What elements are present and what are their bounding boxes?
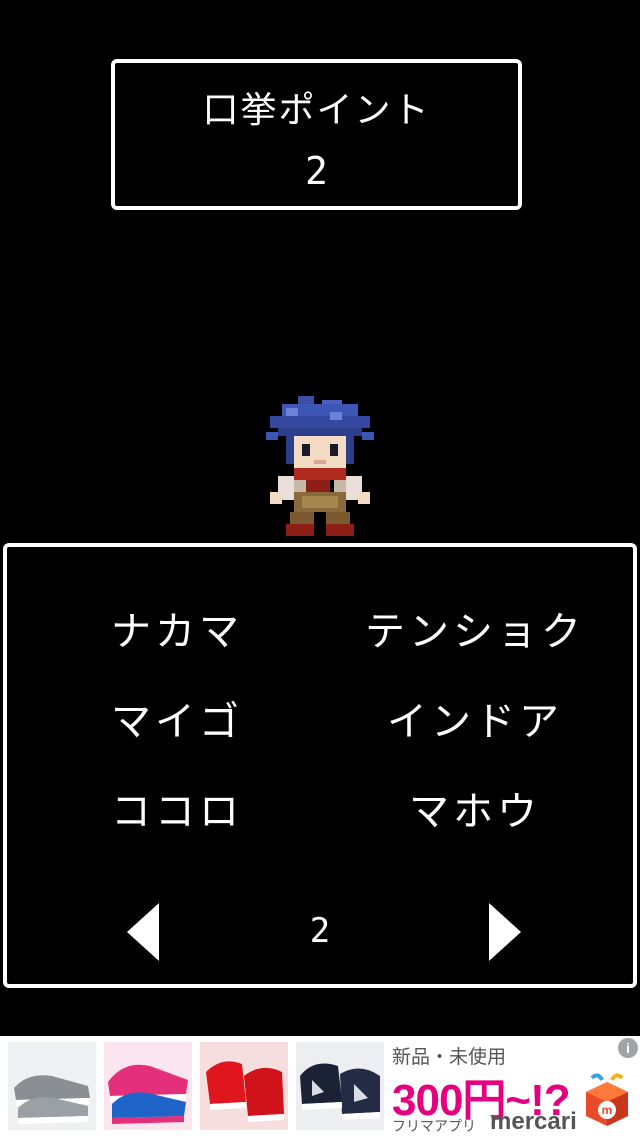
ad-brand-name[interactable]: mercari	[490, 1108, 577, 1136]
menu-item-kokoro[interactable]: ココロ	[47, 779, 307, 837]
points-title: 口挙ポイント	[202, 90, 431, 131]
ad-text-flea-market-app[interactable]: フリマアプリ	[392, 1116, 476, 1136]
ad-banner[interactable]: 新品・未使用 300円~!? フリマアプリ mercari m i	[0, 1036, 640, 1136]
ad-photo-red-sneakers[interactable]	[200, 1042, 288, 1130]
points-panel: 口挙ポイント 2	[111, 59, 522, 210]
menu-item-mahou[interactable]: マホウ	[345, 779, 605, 837]
hero-character-sprite	[266, 396, 374, 536]
svg-text:m: m	[602, 1103, 613, 1117]
menu-item-indoa[interactable]: インドア	[345, 689, 605, 747]
next-page-arrow-icon[interactable]	[489, 903, 521, 961]
menu-item-maigo[interactable]: マイゴ	[47, 689, 307, 747]
ad-info-icon[interactable]: i	[618, 1038, 638, 1058]
ad-photo-navy-sneakers[interactable]	[296, 1042, 384, 1130]
menu-item-nakama[interactable]: ナカマ	[47, 599, 307, 657]
page-number: 2	[309, 911, 331, 951]
menu-item-tenshoku[interactable]: テンショク	[345, 599, 605, 657]
mercari-box-logo-icon[interactable]: m	[582, 1072, 632, 1128]
ad-photo-gray-sneakers[interactable]	[8, 1042, 96, 1130]
menu-panel: ナカマ テンショク マイゴ インドア ココロ マホウ 2	[3, 543, 637, 988]
points-value: 2	[305, 149, 328, 193]
ad-photo-pink-blue-sneakers[interactable]	[104, 1042, 192, 1130]
